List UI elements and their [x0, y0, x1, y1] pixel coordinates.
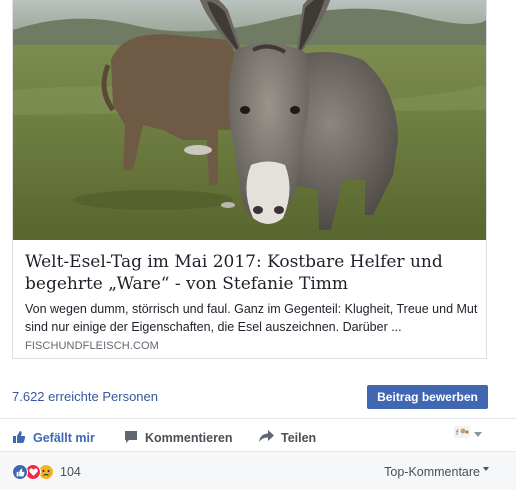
link-description[interactable]: Von wegen dumm, störrisch und faul. Ganz… — [25, 300, 480, 336]
like-label: Gefällt mir — [33, 431, 95, 445]
share-arrow-icon — [259, 430, 274, 446]
sort-label: Top-Kommentare — [384, 465, 480, 479]
link-title[interactable]: Welt-Esel-Tag im Mai 2017: Kostbare Helf… — [25, 251, 475, 295]
action-bar: Gefällt mir Kommentieren Teilen — [0, 426, 516, 450]
like-icon — [12, 464, 28, 480]
share-button[interactable]: Teilen — [259, 426, 316, 450]
donkey-photo[interactable] — [13, 0, 486, 240]
caret-down-icon — [474, 431, 482, 437]
divider — [0, 418, 516, 419]
like-button[interactable]: Gefällt mir — [12, 426, 95, 450]
comment-label: Kommentieren — [145, 431, 233, 445]
comments-footer: 104 Top-Kommentare — [0, 452, 516, 490]
caret-down-icon — [483, 467, 489, 471]
comment-sort-dropdown[interactable]: Top-Kommentare — [384, 465, 489, 479]
thumbs-up-icon — [12, 430, 26, 447]
reaction-count: 104 — [60, 465, 81, 479]
reaction-summary[interactable]: 104 — [12, 464, 81, 480]
reaction-avatar-icon: f — [454, 425, 470, 443]
link-preview-card[interactable]: Welt-Esel-Tag im Mai 2017: Kostbare Helf… — [12, 0, 487, 359]
comment-icon — [124, 430, 138, 447]
comment-button[interactable]: Kommentieren — [124, 426, 233, 450]
reaction-picker[interactable]: f — [454, 425, 482, 443]
share-label: Teilen — [281, 431, 317, 445]
promote-post-button[interactable]: Beitrag bewerben — [367, 385, 488, 409]
link-domain[interactable]: FISCHUNDFLEISCH.COM — [25, 340, 159, 352]
reach-link[interactable]: 7.622 erreichte Personen — [12, 389, 158, 404]
